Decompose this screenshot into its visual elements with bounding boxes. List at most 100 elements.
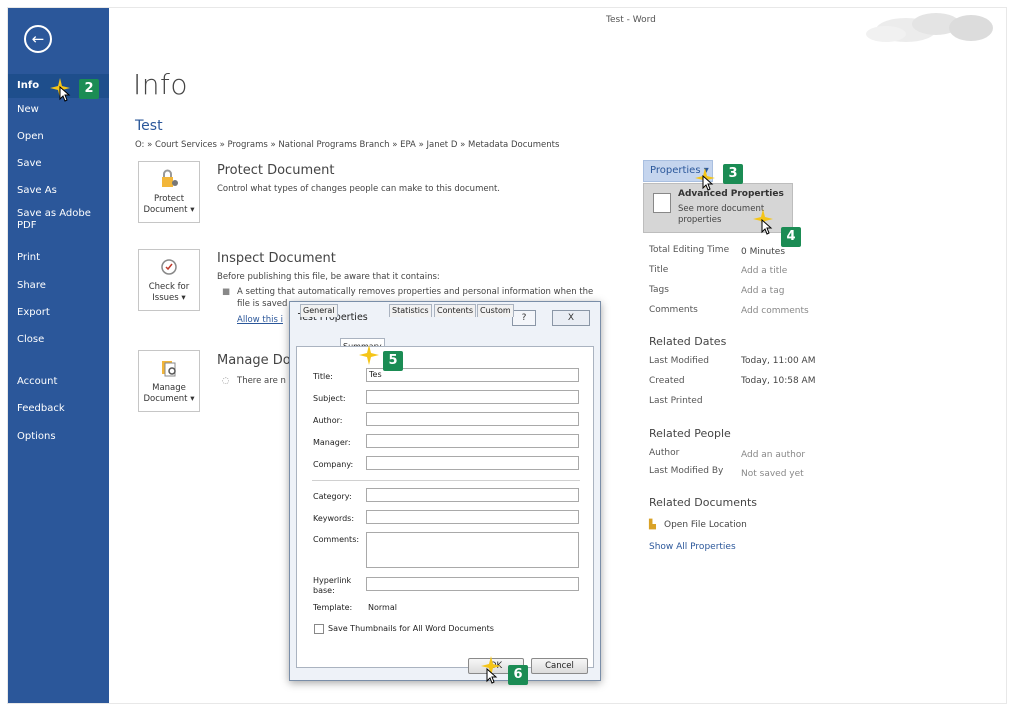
hyperlink-label-2: base: [313, 586, 335, 595]
people-label-modified-by: Last Modified By [649, 466, 724, 476]
sidebar-item-export[interactable]: Export [8, 301, 109, 325]
sidebar-item-print[interactable]: Print [8, 246, 109, 270]
tab-contents[interactable]: Contents [434, 304, 476, 317]
date-value-modified: Today, 11:00 AM [741, 356, 816, 366]
lock-key-icon [156, 168, 182, 190]
breadcrumb[interactable]: O: » Court Services » Programs » Nationa… [135, 140, 559, 150]
backstage-sidebar: ← Info New Open Save Save As Save as Ado… [8, 8, 109, 703]
bullet-icon: ■ [222, 287, 231, 297]
window-title: Test - Word [606, 15, 656, 25]
decorative-clouds-image [866, 13, 993, 42]
sidebar-item-save-as-pdf[interactable]: Save as Adobe PDF [8, 207, 109, 235]
manage-document-title: Manage Do [217, 353, 291, 368]
comments-field[interactable] [366, 532, 579, 568]
test-properties-dialog: Test Properties ? X General Summary Stat… [289, 301, 601, 681]
protect-document-text: Control what types of changes people can… [217, 184, 500, 194]
related-people-heading: Related People [649, 427, 731, 440]
mouse-cursor-icon [761, 219, 773, 235]
people-value-modified-by: Not saved yet [741, 469, 804, 479]
subject-field[interactable] [366, 390, 579, 404]
prop-value-comments[interactable]: Add comments [741, 306, 809, 316]
manager-field-label: Manager: [313, 438, 351, 447]
date-label-created: Created [649, 376, 685, 386]
related-dates-heading: Related Dates [649, 335, 727, 348]
prop-label-title: Title [649, 265, 669, 275]
advanced-properties-title: Advanced Properties [678, 189, 784, 199]
manage-document-button[interactable]: Manage Document ▾ [138, 350, 200, 412]
mouse-cursor-icon [702, 175, 714, 191]
mouse-cursor-icon [59, 86, 71, 102]
sidebar-item-share[interactable]: Share [8, 274, 109, 298]
prop-label-editing-time: Total Editing Time [649, 245, 730, 255]
open-file-location-link[interactable]: Open File Location [664, 520, 747, 530]
sidebar-item-account[interactable]: Account [8, 370, 109, 394]
date-label-modified: Last Modified [649, 356, 710, 366]
comments-field-label: Comments: [313, 535, 360, 544]
field-separator [312, 480, 580, 481]
company-field[interactable] [366, 456, 579, 470]
tab-custom[interactable]: Custom [477, 304, 514, 317]
inspect-document-text: Before publishing this file, be aware th… [217, 272, 440, 282]
step-badge-4: 4 [781, 227, 801, 247]
manage-document-icon [156, 357, 182, 379]
hyperlink-base-field[interactable] [366, 577, 579, 591]
allow-info-link[interactable]: Allow this i [237, 315, 283, 325]
protect-document-button[interactable]: Protect Document ▾ [138, 161, 200, 223]
word-backstage-window: ← Info New Open Save Save As Save as Ado… [7, 7, 1007, 704]
inspect-bullet-line1: A setting that automatically removes pro… [237, 287, 594, 297]
protect-tile-label-1: Protect [153, 194, 185, 204]
prop-label-comments: Comments [649, 305, 698, 315]
sidebar-item-feedback[interactable]: Feedback [8, 397, 109, 421]
folder-icon: ▙ [649, 520, 656, 530]
date-label-printed: Last Printed [649, 396, 703, 406]
manage-tile-label-2: Document ▾ [143, 394, 195, 404]
tab-statistics[interactable]: Statistics [389, 304, 432, 317]
sidebar-item-options[interactable]: Options [8, 425, 109, 449]
template-value: Normal [368, 603, 397, 612]
prop-label-tags: Tags [649, 285, 669, 295]
step-badge-5: 5 [383, 351, 403, 371]
close-icon[interactable]: X [552, 310, 590, 326]
protect-tile-label-2: Document ▾ [143, 205, 195, 215]
click-burst-icon [359, 345, 379, 365]
mouse-cursor-icon [486, 668, 498, 684]
issues-tile-label-2: Issues ▾ [152, 293, 186, 303]
cancel-button[interactable]: Cancel [531, 658, 588, 674]
sidebar-item-save-as[interactable]: Save As [8, 179, 109, 203]
sidebar-item-open[interactable]: Open [8, 125, 109, 149]
help-icon[interactable]: ? [512, 310, 536, 326]
category-field-label: Category: [313, 492, 352, 501]
keywords-field[interactable] [366, 510, 579, 524]
page-title: Info [133, 68, 188, 101]
issues-tile-label-1: Check for [148, 282, 190, 292]
inspect-document-icon [156, 256, 182, 278]
properties-sheet-icon [653, 193, 671, 213]
back-arrow-icon[interactable]: ← [24, 25, 52, 53]
prop-value-title[interactable]: Add a title [741, 266, 787, 276]
author-field[interactable] [366, 412, 579, 426]
prop-value-editing-time: 0 Minutes [741, 247, 786, 257]
step-badge-2: 2 [79, 79, 99, 99]
category-field[interactable] [366, 488, 579, 502]
show-all-properties-link[interactable]: Show All Properties [649, 542, 736, 552]
prop-value-tags[interactable]: Add a tag [741, 286, 784, 296]
step-badge-6: 6 [508, 665, 528, 685]
title-field-label: Title: [313, 372, 333, 381]
manage-tile-label-1: Manage [152, 383, 186, 393]
manage-document-text: There are n [237, 376, 286, 386]
sidebar-item-save[interactable]: Save [8, 152, 109, 176]
protect-document-title: Protect Document [217, 163, 335, 178]
inspect-bullet-line2: file is saved [237, 299, 288, 309]
people-value-author[interactable]: Add an author [741, 450, 805, 460]
sidebar-item-close[interactable]: Close [8, 328, 109, 352]
save-thumbnails-label: Save Thumbnails for All Word Documents [328, 624, 494, 633]
tab-general[interactable]: General [300, 304, 338, 317]
people-label-author: Author [649, 448, 680, 458]
save-thumbnails-checkbox[interactable] [314, 624, 324, 634]
company-field-label: Company: [313, 460, 354, 469]
step-badge-3: 3 [723, 164, 743, 184]
check-for-issues-button[interactable]: Check for Issues ▾ [138, 249, 200, 311]
manager-field[interactable] [366, 434, 579, 448]
template-label: Template: [313, 603, 353, 612]
subject-field-label: Subject: [313, 394, 346, 403]
